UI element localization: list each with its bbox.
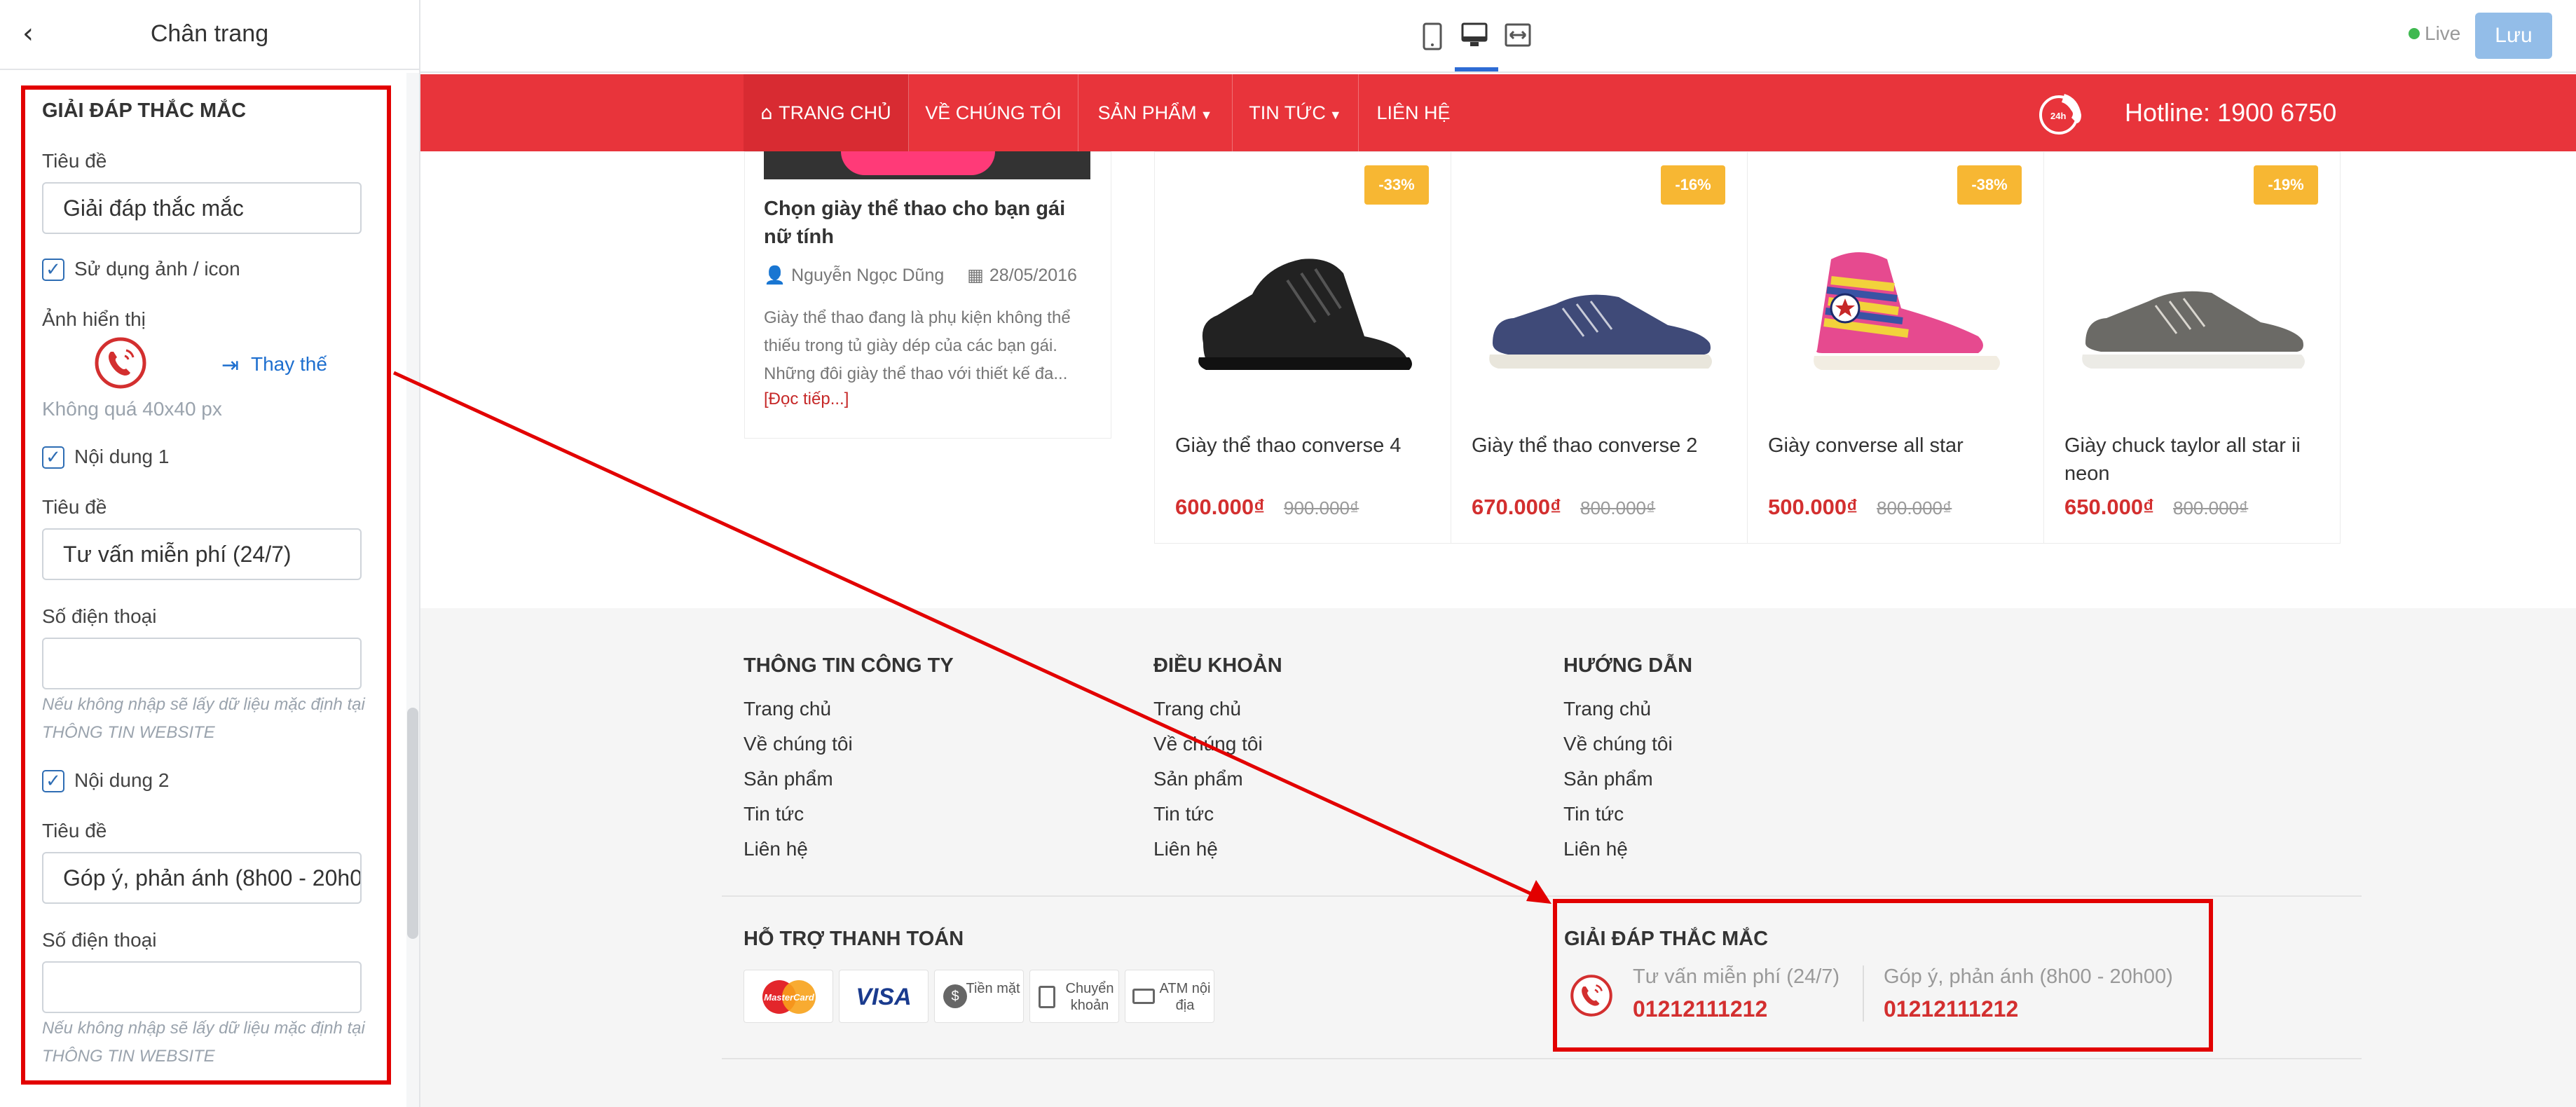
footer-link[interactable]: Trang chủ (744, 698, 831, 720)
scrollbar-thumb[interactable] (407, 708, 418, 939)
svg-text:24h: 24h (2050, 111, 2066, 121)
nav-item-products[interactable]: SẢN PHẨM ▼ (1078, 74, 1233, 151)
footer-divider (722, 895, 2362, 897)
footer-link[interactable]: Liên hệ (1153, 838, 1218, 860)
home-icon: ⌂ (760, 102, 779, 124)
product-image[interactable] (2071, 238, 2310, 385)
product-image[interactable] (1479, 238, 1717, 385)
highlight-box-preview (1553, 899, 2213, 1052)
footer-link[interactable]: Liên hệ (744, 838, 808, 860)
article-title[interactable]: Chọn giày thể thao cho bạn gái nữ tính (764, 195, 1093, 251)
footer-link[interactable]: Trang chủ (1563, 698, 1651, 720)
hotline-text: Hotline: 1900 6750 (2125, 98, 2337, 127)
footer-link[interactable]: Tin tức (744, 803, 804, 825)
desktop-view-icon[interactable] (1460, 21, 1488, 49)
product-old-price: 800.000₫ (1877, 497, 1952, 518)
product-price: 600.000₫ (1175, 495, 1265, 519)
footer-link[interactable]: Liên hệ (1563, 838, 1628, 860)
hotline-24h-icon: 24h (2039, 94, 2081, 135)
caret-down-icon: ▼ (1196, 108, 1213, 122)
article-excerpt: Giày thể thao đang là phụ kiện không thể… (764, 308, 1071, 383)
payment-heading: HỖ TRỢ THANH TOÁN (744, 928, 964, 950)
article-date: 28/05/2016 (989, 266, 1077, 285)
article-meta: 👤 Nguyễn Ngọc Dũng ▦ 28/05/2016 (764, 265, 1077, 286)
bank-transfer-icon: Chuyển khoản (1029, 970, 1119, 1023)
footer-link[interactable]: Tin tức (1563, 803, 1624, 825)
discount-badge: -16% (1661, 165, 1725, 205)
active-device-indicator (1455, 67, 1498, 71)
discount-badge: -38% (1957, 165, 2022, 205)
article-author: Nguyễn Ngọc Dũng (791, 266, 945, 285)
product-old-price: 800.000₫ (1580, 497, 1656, 518)
product-price: 650.000₫ (2064, 495, 2154, 519)
article-image-shoe (841, 151, 995, 175)
preview-toolbar (420, 0, 2576, 73)
product-old-price: 800.000₫ (2173, 497, 2249, 518)
mobile-view-icon[interactable] (1421, 22, 1444, 50)
user-icon: 👤 (764, 265, 792, 285)
footer-link[interactable]: Về chúng tôi (1153, 733, 1263, 755)
live-status-text: Live (2425, 22, 2461, 44)
nav-item-about[interactable]: VỀ CHÚNG TÔI (909, 74, 1078, 151)
nav-item-news[interactable]: TIN TỨC ▼ (1233, 74, 1359, 151)
footer-col-heading: HƯỚNG DẪN (1563, 654, 1693, 677)
panel-title: Chân trang (150, 20, 269, 47)
fullwidth-view-icon[interactable] (1504, 22, 1532, 48)
calendar-icon: ▦ (967, 265, 989, 285)
svg-text:MasterCard: MasterCard (764, 992, 815, 1003)
scrollbar-track[interactable] (406, 73, 419, 1107)
highlight-box-settings (21, 85, 391, 1085)
atm-card-icon: ATM nội địa (1125, 970, 1214, 1023)
footer-link[interactable]: Về chúng tôi (1563, 733, 1673, 755)
footer-col-heading: ĐIỀU KHOẢN (1153, 654, 1282, 677)
footer-link[interactable]: Sản phẩm (744, 768, 833, 790)
discount-badge: -19% (2254, 165, 2318, 205)
product-image[interactable] (1775, 238, 2013, 385)
footer-link[interactable]: Sản phẩm (1563, 768, 1653, 790)
mastercard-icon: MasterCard (744, 970, 833, 1023)
nav-item-contact[interactable]: LIÊN HỆ (1359, 74, 1468, 151)
discount-badge: -33% (1364, 165, 1429, 205)
caret-down-icon: ▼ (1325, 108, 1342, 122)
product-old-price: 900.000₫ (1284, 497, 1359, 518)
cash-icon: $ Tiền mặt (934, 970, 1024, 1023)
visa-icon: VISA (839, 970, 929, 1023)
product-price: 670.000₫ (1472, 495, 1561, 519)
save-button[interactable]: Lưu (2475, 13, 2552, 59)
footer-link[interactable]: Trang chủ (1153, 698, 1241, 720)
footer-link[interactable]: Tin tức (1153, 803, 1214, 825)
nav-item-home[interactable]: ⌂ TRANG CHỦ (744, 74, 909, 151)
product-price: 500.000₫ (1768, 495, 1858, 519)
footer-link[interactable]: Sản phẩm (1153, 768, 1243, 790)
read-more-link[interactable]: [Đọc tiếp...] (764, 390, 849, 409)
product-name[interactable]: Giày thể thao converse 4 (1175, 432, 1441, 460)
footer-link[interactable]: Về chúng tôi (744, 733, 853, 755)
footer-col-heading: THÔNG TIN CÔNG TY (744, 654, 954, 677)
product-name[interactable]: Giày converse all star (1768, 432, 2034, 460)
product-image[interactable] (1182, 238, 1420, 385)
product-name[interactable]: Giày thể thao converse 2 (1472, 432, 1738, 460)
footer-divider (722, 1058, 2362, 1059)
live-status-dot (2409, 28, 2420, 39)
product-name[interactable]: Giày chuck taylor all star ii neon (2064, 432, 2331, 488)
